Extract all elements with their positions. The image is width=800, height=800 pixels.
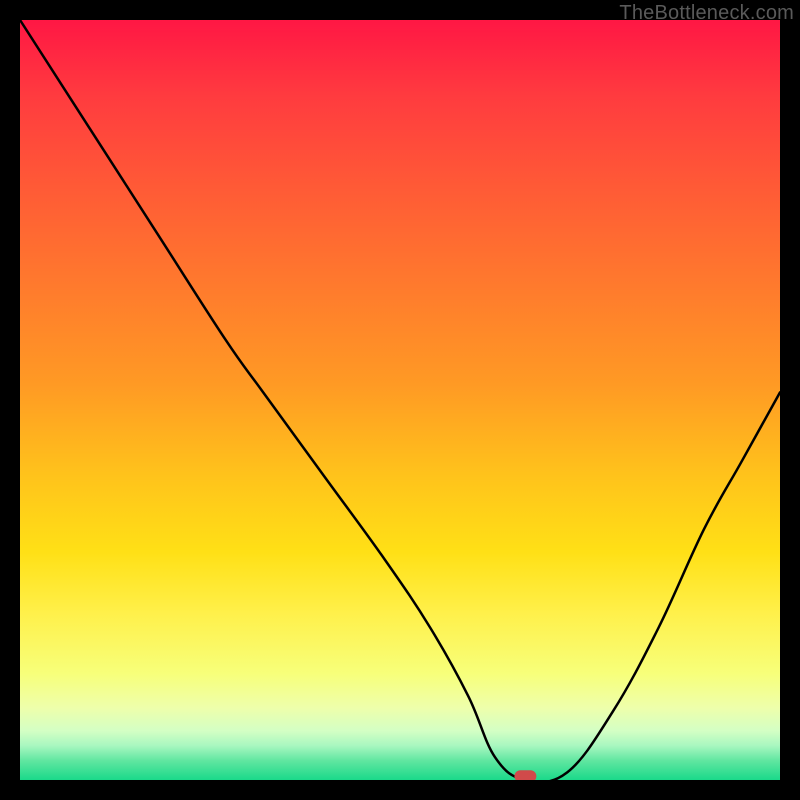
curve-layer — [20, 20, 780, 780]
plot-area — [20, 20, 780, 780]
optimal-marker — [514, 770, 536, 780]
watermark-text: TheBottleneck.com — [619, 2, 794, 25]
bottleneck-curve — [20, 20, 780, 780]
chart-frame: TheBottleneck.com — [0, 0, 800, 800]
